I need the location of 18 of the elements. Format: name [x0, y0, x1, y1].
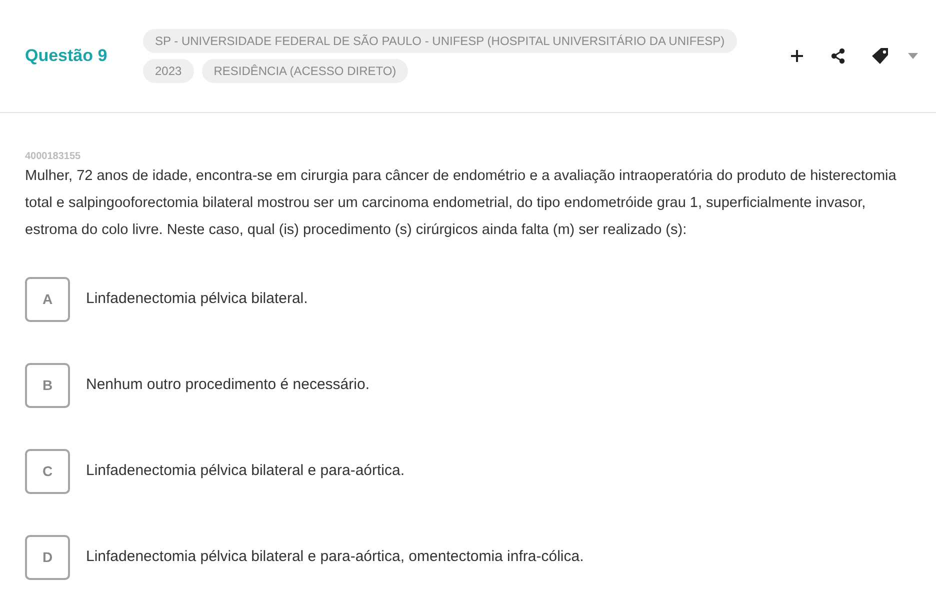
question-statement: Mulher, 72 anos de idade, encontra-se em cirurgia para câncer de endométrio e a avaliação intraoperatória do produto de histerectomia total e salpingooforectomia bilateral mostrou ser um carcinoma endometrial, do tipo endometróide grau 1, superficialmente invasor, estroma do colo livre. Neste caso, qual (is) procedimento (s) cirúrgicos ainda falta (m) ser realizado (s):: [25, 167, 898, 240]
add-icon[interactable]: [790, 49, 804, 63]
option-text: Nenhum outro procedimento é necessário.: [86, 375, 370, 396]
tag: RESIDÊNCIA (ACESSO DIRETO): [202, 59, 408, 83]
question-code: 4000183155: [25, 150, 82, 163]
option-letter-button[interactable]: A: [25, 277, 70, 322]
question-title: Questão 9: [25, 45, 108, 68]
tag: SP - UNIVERSIDADE FEDERAL DE SÃO PAULO - UNIFESP (HOSPITAL UNIVERSITÁRIO DA UNIFESP): [143, 29, 737, 53]
option-text: Linfadenectomia pélvica bilateral.: [86, 289, 308, 310]
tag-icon[interactable]: [872, 47, 890, 65]
option-letter-button[interactable]: B: [25, 363, 70, 408]
option-letter-button[interactable]: D: [25, 535, 70, 580]
option-text: Linfadenectomia pélvica bilateral e para-aórtica.: [86, 461, 405, 482]
share-icon[interactable]: [830, 48, 846, 64]
option-letter-button[interactable]: C: [25, 449, 70, 494]
option-text: Linfadenectomia pélvica bilateral e para-aórtica, omentectomia infra-cólica.: [86, 547, 584, 568]
caret-icon[interactable]: [908, 53, 918, 59]
tag: 2023: [143, 59, 194, 83]
